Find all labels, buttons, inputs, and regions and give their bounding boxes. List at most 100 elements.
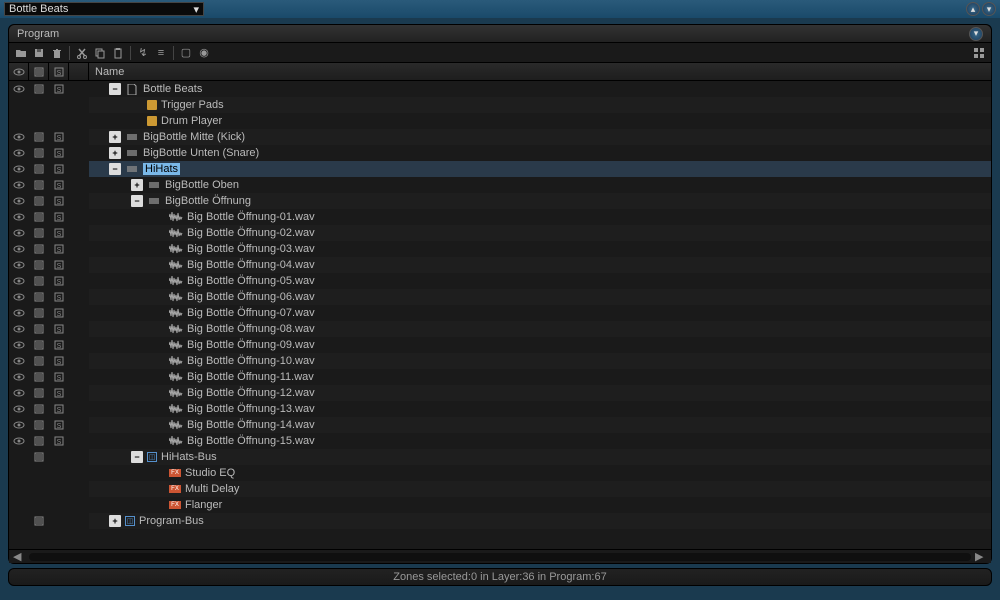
cut-button[interactable] [74,45,90,61]
mute-toggle[interactable] [29,401,49,417]
scroll-track[interactable] [29,553,971,561]
tool-a-button[interactable]: ↯ [135,45,151,61]
solo-toggle[interactable]: S [49,209,69,225]
blank-cell[interactable] [69,97,89,113]
solo-toggle[interactable]: S [49,273,69,289]
mute-toggle[interactable] [29,497,49,513]
visibility-toggle[interactable] [9,209,29,225]
row-content[interactable]: Big Bottle Öffnung-12.wav [89,385,991,401]
row-content[interactable]: −Bottle Beats [89,81,991,97]
solo-toggle[interactable]: S [49,337,69,353]
visibility-toggle[interactable] [9,257,29,273]
tree-row[interactable]: SBig Bottle Öffnung-06.wav [9,289,991,305]
solo-toggle[interactable] [49,481,69,497]
scroll-right-arrow-icon[interactable]: ▶ [975,550,987,563]
solo-toggle[interactable]: S [49,369,69,385]
tree-row[interactable]: SBig Bottle Öffnung-02.wav [9,225,991,241]
visibility-toggle[interactable] [9,289,29,305]
row-content[interactable]: Big Bottle Öffnung-15.wav [89,433,991,449]
visibility-toggle[interactable] [9,305,29,321]
visibility-toggle[interactable] [9,97,29,113]
mute-toggle[interactable] [29,513,49,529]
row-content[interactable]: Big Bottle Öffnung-14.wav [89,417,991,433]
blank-cell[interactable] [69,241,89,257]
row-content[interactable]: Big Bottle Öffnung-09.wav [89,337,991,353]
mute-toggle[interactable] [29,145,49,161]
visibility-toggle[interactable] [9,129,29,145]
visibility-toggle[interactable] [9,337,29,353]
visibility-toggle[interactable] [9,193,29,209]
row-content[interactable]: Big Bottle Öffnung-01.wav [89,209,991,225]
tree-row[interactable]: Drum Player [9,113,991,129]
solo-toggle[interactable] [49,513,69,529]
solo-toggle[interactable]: S [49,417,69,433]
blank-cell[interactable] [69,401,89,417]
mute-toggle[interactable] [29,225,49,241]
next-preset-button[interactable]: ▾ [982,2,996,16]
tree-row[interactable]: +◫Program-Bus [9,513,991,529]
expand-toggle[interactable]: − [131,195,143,207]
mute-toggle[interactable] [29,433,49,449]
row-content[interactable]: −HiHats [89,161,991,177]
visibility-toggle[interactable] [9,177,29,193]
blank-cell[interactable] [69,337,89,353]
tree-row[interactable]: S Big Bottle Öffnung-09.wav [9,337,991,353]
mute-toggle[interactable] [29,193,49,209]
tree-row[interactable]: SBig Bottle Öffnung-04.wav [9,257,991,273]
mute-toggle[interactable] [29,129,49,145]
visibility-toggle[interactable] [9,81,29,97]
tree-row[interactable]: SBig Bottle Öffnung-10.wav [9,353,991,369]
row-content[interactable]: FXStudio EQ [89,465,991,481]
visibility-toggle[interactable] [9,449,29,465]
tree-row[interactable]: S −BigBottle Öffnung [9,193,991,209]
horizontal-scrollbar[interactable]: ◀ ▶ [9,549,991,563]
solo-toggle[interactable]: S [49,129,69,145]
name-column-label[interactable]: Name [89,66,124,78]
row-content[interactable]: Big Bottle Öffnung-07.wav [89,305,991,321]
tool-b-button[interactable]: ≡ [153,45,169,61]
blank-cell[interactable] [69,257,89,273]
visibility-toggle[interactable] [9,433,29,449]
blank-cell[interactable] [69,449,89,465]
row-content[interactable]: −BigBottle Öffnung [89,193,991,209]
solo-toggle[interactable]: S [49,177,69,193]
program-tree[interactable]: S−Bottle BeatsTrigger PadsDrum PlayerS+B… [9,81,991,549]
mute-toggle[interactable] [29,305,49,321]
delete-button[interactable] [49,45,65,61]
row-content[interactable]: Big Bottle Öffnung-13.wav [89,401,991,417]
tree-row[interactable]: S−HiHats [9,161,991,177]
solo-toggle[interactable]: S [49,193,69,209]
grid-view-button[interactable] [971,45,987,61]
solo-toggle[interactable]: S [49,353,69,369]
solo-toggle[interactable] [49,465,69,481]
tree-row[interactable]: FXMulti Delay [9,481,991,497]
solo-toggle[interactable]: S [49,241,69,257]
tree-row[interactable]: SBig Bottle Öffnung-11.wav [9,369,991,385]
tree-row[interactable]: S Big Bottle Öffnung-12.wav [9,385,991,401]
blank-cell[interactable] [69,353,89,369]
row-content[interactable]: FXFlanger [89,497,991,513]
row-content[interactable]: −◫HiHats-Bus [89,449,991,465]
expand-toggle[interactable]: + [109,131,121,143]
visibility-column-icon[interactable] [9,63,29,80]
solo-toggle[interactable]: S [49,385,69,401]
prev-preset-button[interactable]: ▴ [966,2,980,16]
solo-toggle[interactable] [49,449,69,465]
expand-toggle[interactable]: + [131,179,143,191]
mute-toggle[interactable] [29,289,49,305]
expand-toggle[interactable]: − [131,451,143,463]
row-content[interactable]: +BigBottle Oben [89,177,991,193]
visibility-toggle[interactable] [9,369,29,385]
blank-cell[interactable] [69,321,89,337]
row-content[interactable]: Drum Player [89,113,991,129]
row-content[interactable]: Trigger Pads [89,97,991,113]
tree-row[interactable]: SBig Bottle Öffnung-13.wav [9,401,991,417]
blank-cell[interactable] [69,193,89,209]
visibility-toggle[interactable] [9,225,29,241]
tree-row[interactable]: SBig Bottle Öffnung-03.wav [9,241,991,257]
expand-toggle[interactable]: − [109,163,121,175]
visibility-toggle[interactable] [9,513,29,529]
visibility-toggle[interactable] [9,465,29,481]
tree-row[interactable]: SBig Bottle Öffnung-05.wav [9,273,991,289]
visibility-toggle[interactable] [9,241,29,257]
